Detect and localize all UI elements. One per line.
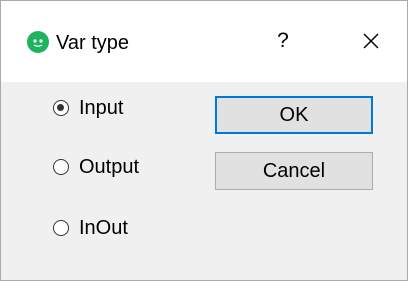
close-button[interactable] xyxy=(351,21,391,61)
ok-button[interactable]: OK xyxy=(215,96,373,134)
radio-output[interactable]: Output xyxy=(53,154,139,180)
radio-inout-label[interactable]: InOut xyxy=(79,217,128,240)
radio-input-circle[interactable] xyxy=(53,100,69,116)
radio-input[interactable]: Input xyxy=(53,95,123,121)
app-icon xyxy=(27,31,49,53)
radio-input-label[interactable]: Input xyxy=(79,97,123,120)
radio-output-circle[interactable] xyxy=(53,159,69,175)
title-bar: Var type ? xyxy=(1,1,407,82)
cancel-button[interactable]: Cancel xyxy=(215,152,373,190)
radio-inout-circle[interactable] xyxy=(53,220,69,236)
window-title: Var type xyxy=(56,32,129,54)
help-button[interactable]: ? xyxy=(264,21,302,61)
close-icon xyxy=(363,33,379,49)
radio-inout[interactable]: InOut xyxy=(53,215,128,241)
radio-output-label[interactable]: Output xyxy=(79,156,139,179)
radio-selected-dot xyxy=(57,104,64,111)
var-type-dialog: Var type ? Input Output InOut OK Cancel xyxy=(0,0,408,281)
